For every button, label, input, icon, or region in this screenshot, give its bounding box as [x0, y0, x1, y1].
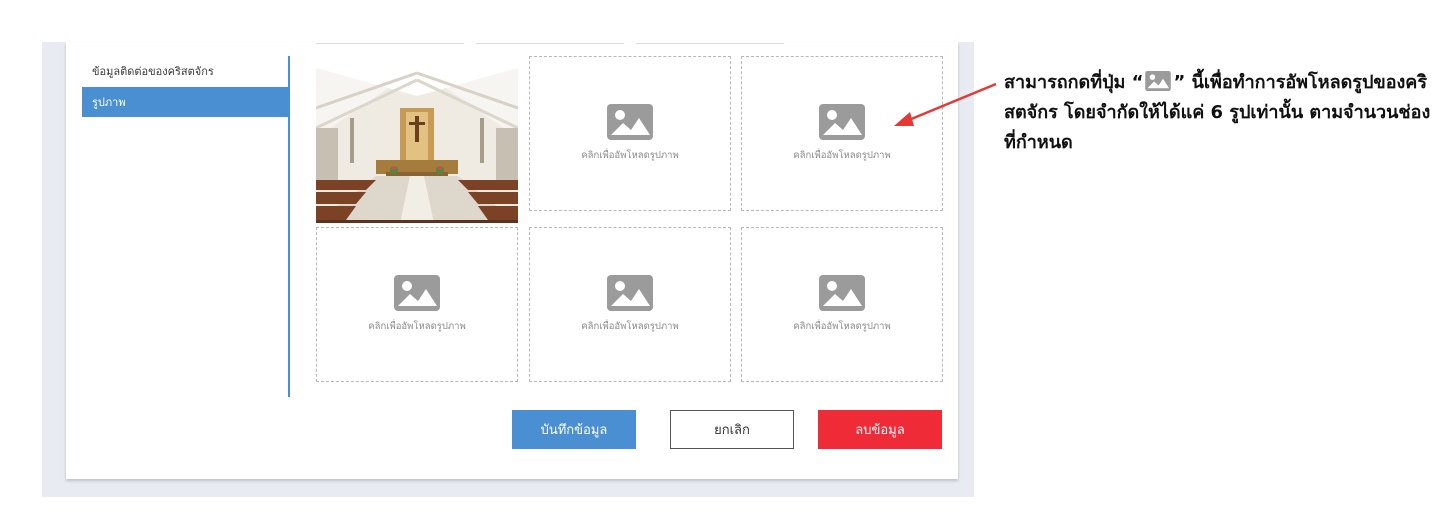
image-placeholder-icon [1145, 71, 1172, 91]
sidebar: ข้อมูลติดต่อของคริสตจักร รูปภาพ [82, 56, 290, 397]
top-tab-1[interactable] [316, 36, 464, 44]
image-upload-slot-5[interactable]: คลิกเพื่ออัพโหลดรูปภาพ [529, 227, 731, 382]
upload-label: คลิกเพื่ออัพโหลดรูปภาพ [793, 150, 891, 161]
annotation-note: สามารถกดที่ปุ่ม “ ” นี้เพื่อทำการอัพโหลด… [1004, 68, 1434, 158]
annotation-text-part1: สามารถกดที่ปุ่ม “ [1004, 72, 1144, 93]
image-upload-slot-4[interactable]: คลิกเพื่ออัพโหลดรูปภาพ [316, 227, 518, 382]
sidebar-item-label: รูปภาพ [92, 96, 126, 109]
uploaded-church-photo[interactable] [316, 68, 518, 223]
image-upload-slot-6[interactable]: คลิกเพื่ออัพโหลดรูปภาพ [741, 227, 943, 382]
image-placeholder-icon [819, 104, 865, 140]
upload-label: คลิกเพื่ออัพโหลดรูปภาพ [581, 321, 679, 332]
top-tab-3[interactable] [636, 36, 784, 44]
top-tab-2[interactable] [476, 36, 624, 44]
delete-button[interactable]: ลบข้อมูล [818, 410, 942, 449]
annotation-arrow-icon [894, 82, 997, 126]
upload-label: คลิกเพื่ออัพโหลดรูปภาพ [793, 321, 891, 332]
cancel-button[interactable]: ยกเลิก [670, 410, 794, 449]
sidebar-item-label: ข้อมูลติดต่อของคริสตจักร [92, 65, 214, 78]
church-interior-image [316, 68, 518, 223]
upload-label: คลิกเพื่ออัพโหลดรูปภาพ [368, 321, 466, 332]
image-placeholder-icon [607, 104, 653, 140]
save-button[interactable]: บันทึกข้อมูล [512, 410, 636, 449]
image-placeholder-icon [394, 275, 440, 311]
upload-label: คลิกเพื่ออัพโหลดรูปภาพ [581, 150, 679, 161]
image-placeholder-icon [607, 275, 653, 311]
image-upload-slot-2[interactable]: คลิกเพื่ออัพโหลดรูปภาพ [529, 56, 731, 211]
sidebar-item-contact[interactable]: ข้อมูลติดต่อของคริสตจักร [82, 56, 290, 86]
image-placeholder-icon [819, 275, 865, 311]
sidebar-item-images[interactable]: รูปภาพ [82, 87, 290, 117]
